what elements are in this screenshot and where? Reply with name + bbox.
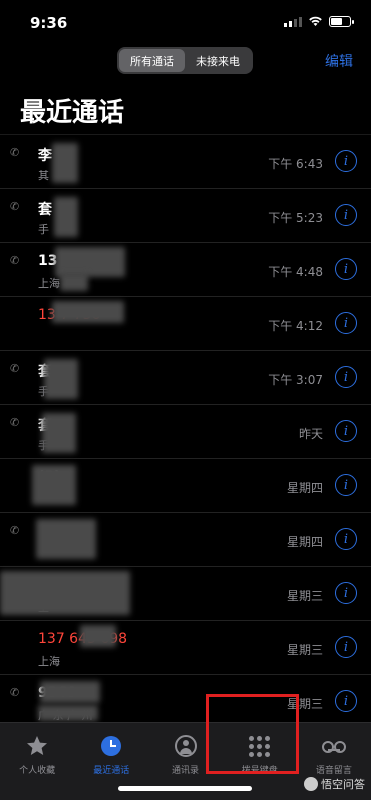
privacy-blur [52, 143, 78, 183]
privacy-blur [52, 301, 124, 323]
home-indicator[interactable] [118, 786, 252, 791]
call-time: 下午 4:48 [268, 265, 323, 279]
cellular-signal-icon [284, 16, 302, 27]
caller-name: 套 [38, 202, 52, 218]
call-row[interactable]: 98上星期三i [0, 566, 371, 620]
privacy-blur [36, 519, 96, 559]
voicemail-icon [321, 733, 347, 759]
outgoing-call-icon: ✆ [10, 416, 20, 429]
caller-subtitle: 手 [38, 223, 49, 236]
wifi-icon [309, 16, 322, 26]
battery-fill [331, 18, 343, 25]
keypad-highlight-box [206, 694, 299, 774]
call-row[interactable]: ✆套手下午 3:07i [0, 350, 371, 404]
caller-subtitle: 上海 [38, 655, 60, 668]
call-time: 下午 3:07 [268, 373, 323, 387]
battery-icon [329, 16, 354, 27]
info-icon[interactable]: i [335, 150, 357, 172]
watermark-text: 悟空问答 [321, 778, 365, 791]
call-row[interactable]: 137 645 698上海星期三i [0, 620, 371, 674]
call-time: 星期三 [286, 589, 323, 603]
outgoing-call-icon: ✆ [10, 146, 20, 159]
caller-name: 李 [38, 148, 52, 164]
tab-label: 语音留言 [315, 766, 352, 776]
tab-label: 个人收藏 [19, 766, 56, 776]
segment-missed-calls[interactable]: 未接来电 [185, 49, 251, 72]
segment-all-calls[interactable]: 所有通话 [119, 49, 185, 72]
info-icon[interactable]: i [335, 690, 357, 712]
privacy-blur [54, 197, 78, 237]
privacy-blur [0, 571, 130, 615]
tab-label: 通讯录 [172, 766, 200, 776]
call-row[interactable]: ✆9369广 东 广 州星期三i [0, 674, 371, 728]
info-icon[interactable]: i [335, 636, 357, 658]
call-time: 昨天 [298, 427, 323, 441]
info-icon[interactable]: i [335, 366, 357, 388]
tab-label: 最近通话 [93, 766, 130, 776]
call-row[interactable]: ✆ 李其 下午 6:43 i [0, 134, 371, 188]
info-icon[interactable]: i [335, 312, 357, 334]
call-time: 下午 4:12 [268, 319, 323, 333]
privacy-blur [40, 681, 100, 703]
call-time: 星期四 [286, 535, 323, 549]
outgoing-call-icon: ✆ [10, 686, 20, 699]
outgoing-call-icon: ✆ [10, 200, 20, 213]
outgoing-call-icon: ✆ [10, 524, 20, 537]
info-icon[interactable]: i [335, 582, 357, 604]
call-row[interactable]: ✆ 套手 下午 5:23 i [0, 188, 371, 242]
tab-favorites[interactable]: 个人收藏 [0, 723, 74, 800]
outgoing-call-icon: ✆ [10, 362, 20, 375]
call-time: 下午 5:23 [268, 211, 323, 225]
privacy-blur [60, 273, 88, 291]
page-title: 最近通话 [20, 98, 125, 128]
privacy-blur [44, 359, 78, 399]
status-bar: 9:36 [0, 0, 371, 40]
status-time: 9:36 [30, 14, 68, 32]
clock-icon [98, 733, 124, 759]
call-row[interactable]: ✆套手昨天i [0, 404, 371, 458]
privacy-blur [38, 705, 98, 721]
call-time: 星期三 [286, 643, 323, 657]
info-icon[interactable]: i [335, 474, 357, 496]
recent-calls-list: ✆李其下午 6:43i✆套手下午 5:23i✆13 7 756上海下午 4:48… [0, 134, 371, 728]
status-icons [284, 16, 354, 27]
privacy-blur [80, 625, 116, 647]
call-row[interactable]: 13 7 756下午 4:12i [0, 296, 371, 350]
info-icon[interactable]: i [335, 204, 357, 226]
privacy-blur [32, 465, 76, 505]
outgoing-call-icon: ✆ [10, 254, 20, 267]
call-row[interactable]: (3)星期四i [0, 458, 371, 512]
call-row[interactable]: ✆ 星期四 i [0, 512, 371, 566]
watermark-logo-icon [304, 777, 318, 791]
call-time: 星期四 [286, 481, 323, 495]
call-row[interactable]: ✆13 7 756上海下午 4:48i [0, 242, 371, 296]
caller-subtitle: 上海 [38, 277, 60, 290]
info-icon[interactable]: i [335, 258, 357, 280]
info-icon[interactable]: i [335, 420, 357, 442]
call-filter-segment: 所有通话 未接来电 [117, 47, 253, 74]
call-time: 下午 6:43 [268, 157, 323, 171]
person-circle-icon [173, 733, 199, 759]
edit-button[interactable]: 编辑 [325, 51, 353, 71]
info-icon[interactable]: i [335, 528, 357, 550]
watermark: 悟空问答 [304, 776, 365, 792]
privacy-blur [42, 413, 76, 453]
caller-subtitle: 其 [38, 169, 49, 182]
star-icon [24, 733, 50, 759]
